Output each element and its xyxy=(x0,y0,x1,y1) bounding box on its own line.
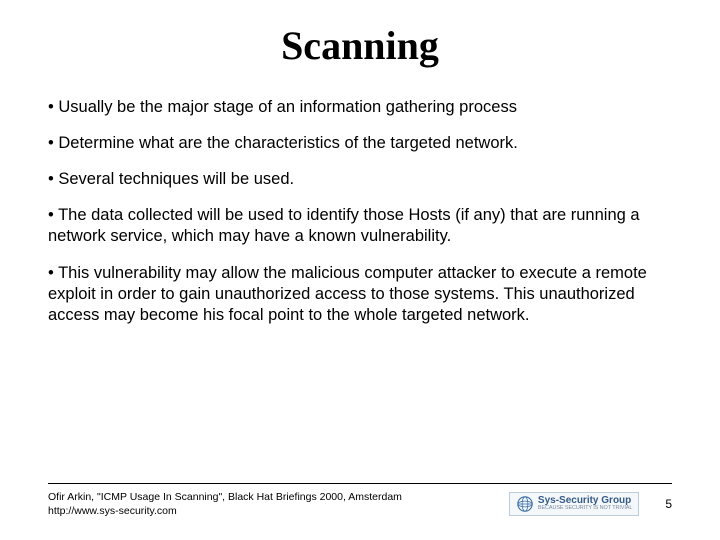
footer-citation: Ofir Arkin, "ICMP Usage In Scanning", Bl… xyxy=(48,490,509,504)
list-item: Usually be the major stage of an informa… xyxy=(48,97,672,118)
slide-title: Scanning xyxy=(48,22,672,69)
footer-row: Ofir Arkin, "ICMP Usage In Scanning", Bl… xyxy=(48,490,672,518)
list-item: Several techniques will be used. xyxy=(48,169,672,190)
footer-right: Sys-Security Group BECAUSE SECURITY IS N… xyxy=(509,492,672,516)
footer-url: http://www.sys-security.com xyxy=(48,504,509,518)
logo: Sys-Security Group BECAUSE SECURITY IS N… xyxy=(509,492,639,516)
footer-text: Ofir Arkin, "ICMP Usage In Scanning", Bl… xyxy=(48,490,509,518)
page-number: 5 xyxy=(665,497,672,511)
slide: Scanning Usually be the major stage of a… xyxy=(0,0,720,540)
bullet-list: Usually be the major stage of an informa… xyxy=(48,97,672,326)
list-item: Determine what are the characteristics o… xyxy=(48,133,672,154)
logo-text: Sys-Security Group BECAUSE SECURITY IS N… xyxy=(538,496,632,512)
list-item: The data collected will be used to ident… xyxy=(48,205,672,247)
globe-icon xyxy=(516,495,534,513)
logo-subtitle: BECAUSE SECURITY IS NOT TRIVIAL xyxy=(538,506,632,512)
footer: Ofir Arkin, "ICMP Usage In Scanning", Bl… xyxy=(48,483,672,518)
divider xyxy=(48,483,672,484)
list-item: This vulnerability may allow the malicio… xyxy=(48,263,672,326)
